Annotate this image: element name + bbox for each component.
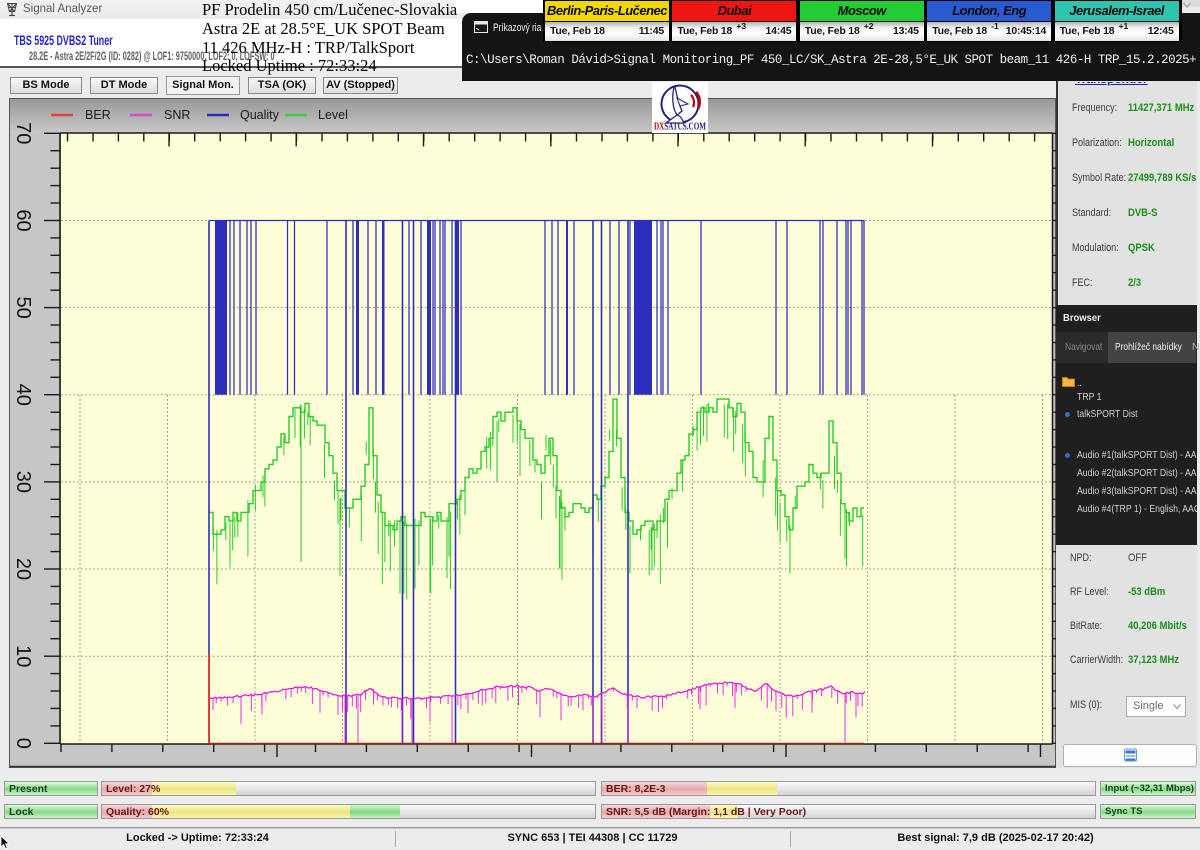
svg-text:Quality: Quality bbox=[240, 108, 280, 122]
svg-text:DXSATCS.COM: DXSATCS.COM bbox=[654, 122, 706, 133]
svg-text:70: 70 bbox=[12, 122, 34, 144]
svg-text:0: 0 bbox=[12, 738, 34, 749]
svg-text:20: 20 bbox=[12, 558, 34, 580]
svg-text:Level: Level bbox=[318, 108, 348, 122]
svg-text:50: 50 bbox=[12, 296, 34, 318]
svg-text:BER: BER bbox=[85, 108, 111, 122]
svg-text:SNR: SNR bbox=[164, 108, 190, 122]
svg-text:10: 10 bbox=[12, 645, 34, 667]
svg-text:40: 40 bbox=[12, 384, 34, 406]
svg-text:60: 60 bbox=[12, 209, 34, 231]
svg-text:30: 30 bbox=[12, 471, 34, 493]
